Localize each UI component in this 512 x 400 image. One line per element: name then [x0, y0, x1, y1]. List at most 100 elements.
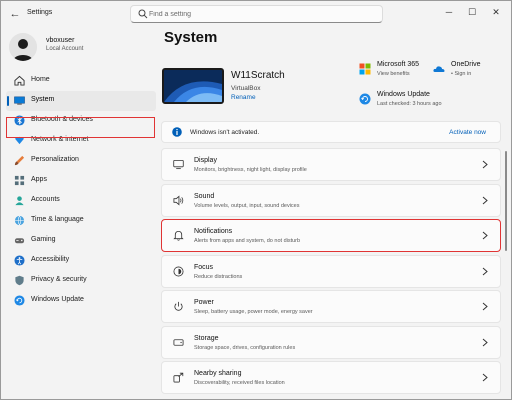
- sidebar-item-label: Personalization: [31, 156, 79, 163]
- quick-link-title: Windows Update: [377, 91, 430, 98]
- device-name: W11Scratch: [231, 70, 285, 81]
- bell-icon: [173, 230, 184, 241]
- back-arrow-icon[interactable]: ←: [7, 6, 23, 22]
- quick-link-subtitle: Last checked: 3 hours ago: [377, 101, 442, 107]
- display-icon: [173, 159, 184, 170]
- activation-banner: Windows isn't activated. Activate now: [161, 121, 501, 143]
- apps-icon: [14, 175, 25, 186]
- home-icon: [14, 75, 25, 86]
- activate-now-link[interactable]: Activate now: [449, 129, 486, 136]
- quick-link-title: OneDrive: [451, 61, 481, 68]
- sidebar-item-accessibility[interactable]: Accessibility: [6, 251, 156, 271]
- setting-row-focus[interactable]: Focus Reduce distractions: [161, 254, 501, 288]
- setting-title: Power: [194, 299, 214, 306]
- close-icon[interactable]: ✕: [488, 5, 504, 19]
- onedrive-icon: [433, 66, 445, 72]
- title-bar: ← Settings ─ ☐ ✕: [1, 1, 511, 27]
- chevron-right-icon: [482, 231, 488, 240]
- sidebar-item-privacy-security[interactable]: Privacy & security: [6, 271, 156, 291]
- page-title: System: [164, 29, 218, 46]
- setting-description: Alerts from apps and system, do not dist…: [194, 238, 301, 244]
- device-thumbnail: [162, 68, 224, 104]
- sidebar-item-home[interactable]: Home: [6, 71, 156, 91]
- update-icon: [14, 295, 25, 306]
- sidebar-item-label: System: [31, 96, 55, 103]
- system-icon: [14, 96, 25, 105]
- focus-icon: [173, 266, 184, 276]
- accessibility-icon: [14, 255, 25, 266]
- user-name: vboxuser: [46, 37, 75, 44]
- setting-row-display[interactable]: Display Monitors, brightness, night ligh…: [161, 148, 501, 181]
- setting-description: Volume levels, output, input, sound devi…: [194, 202, 300, 209]
- account-type: Local Account: [46, 46, 84, 52]
- sidebar-nav: Home System Bluetooth & devices Network …: [6, 71, 156, 311]
- update-icon: [359, 93, 371, 105]
- rename-link[interactable]: Rename: [231, 94, 256, 101]
- chevron-right-icon: [482, 338, 488, 346]
- setting-row-sound[interactable]: Sound Volume levels, output, input, soun…: [161, 183, 501, 217]
- scrollbar[interactable]: [505, 151, 507, 251]
- setting-title: Storage: [194, 334, 219, 342]
- sidebar-item-time-language[interactable]: Time & language: [6, 211, 156, 231]
- quick-link-title: Microsoft 365: [377, 61, 420, 68]
- search-icon: [138, 9, 148, 19]
- storage-icon: [173, 338, 184, 346]
- globe-icon: [14, 215, 25, 226]
- device-model: VirtualBox: [231, 85, 261, 92]
- brush-icon: [14, 155, 25, 166]
- setting-row-notifications[interactable]: Notifications Alerts from apps and syste…: [161, 219, 501, 252]
- selection-highlight-box: [6, 117, 155, 138]
- settings-window: ← Settings ─ ☐ ✕ vboxuser Local Account: [0, 0, 512, 400]
- activation-text: Windows isn't activated.: [190, 129, 260, 136]
- chevron-right-icon: [482, 160, 488, 169]
- setting-title: Focus: [194, 263, 214, 271]
- sidebar-item-label: Gaming: [31, 236, 56, 243]
- setting-description: Monitors, brightness, night light, displ…: [194, 167, 307, 173]
- sidebar-item-label: Windows Update: [31, 296, 84, 303]
- setting-title: Display: [194, 157, 217, 164]
- setting-row-nearby-sharing[interactable]: Nearby sharing Discoverability, received…: [161, 361, 501, 394]
- setting-row-storage[interactable]: Storage Storage space, drives, configura…: [161, 325, 501, 359]
- sidebar-item-label: Home: [31, 76, 50, 83]
- sidebar-item-system[interactable]: System: [6, 91, 156, 111]
- chevron-right-icon: [482, 373, 488, 382]
- user-icon: [9, 33, 37, 61]
- m365-icon: [359, 63, 371, 75]
- sidebar-item-label: Accounts: [31, 196, 60, 203]
- info-icon: [172, 127, 182, 137]
- sidebar-item-accounts[interactable]: Accounts: [6, 191, 156, 211]
- maximize-icon[interactable]: ☐: [464, 5, 480, 19]
- chevron-right-icon: [482, 267, 488, 275]
- app-title: Settings: [27, 9, 53, 16]
- avatar[interactable]: [9, 33, 37, 61]
- sidebar-item-personalization[interactable]: Personalization: [6, 151, 156, 171]
- search-box[interactable]: [130, 5, 383, 23]
- setting-description: Discoverability, received files location: [194, 380, 285, 386]
- setting-title: Sound: [194, 192, 215, 200]
- sidebar-item-label: Apps: [31, 176, 47, 183]
- setting-description: Reduce distractions: [194, 273, 243, 280]
- search-input[interactable]: [149, 8, 374, 21]
- share-icon: [173, 372, 184, 383]
- power-icon: [174, 301, 183, 311]
- sidebar-item-apps[interactable]: Apps: [6, 171, 156, 191]
- minimize-icon[interactable]: ─: [441, 5, 457, 19]
- chevron-right-icon: [482, 302, 488, 311]
- person-icon: [15, 196, 24, 206]
- sidebar-item-label: Privacy & security: [31, 276, 87, 283]
- speaker-icon: [173, 194, 184, 206]
- setting-row-power[interactable]: Power Sleep, battery usage, power mode, …: [161, 290, 501, 323]
- setting-description: Sleep, battery usage, power mode, energy…: [194, 309, 313, 315]
- sidebar: vboxuser Local Account Home System Bluet…: [1, 27, 161, 399]
- shield-icon: [15, 275, 24, 286]
- sidebar-item-label: Accessibility: [31, 256, 70, 263]
- sidebar-item-label: Time & language: [31, 216, 84, 223]
- setting-description: Storage space, drives, configuration rul…: [194, 344, 296, 351]
- sidebar-item-gaming[interactable]: Gaming: [6, 231, 156, 251]
- setting-title: Notifications: [194, 228, 233, 235]
- quick-link-subtitle: View benefits: [377, 71, 410, 77]
- sidebar-item-windows-update[interactable]: Windows Update: [6, 291, 156, 311]
- quick-link-subtitle: • Sign in: [451, 71, 472, 77]
- wallpaper-icon: [164, 70, 222, 102]
- settings-list: Display Monitors, brightness, night ligh…: [161, 148, 501, 397]
